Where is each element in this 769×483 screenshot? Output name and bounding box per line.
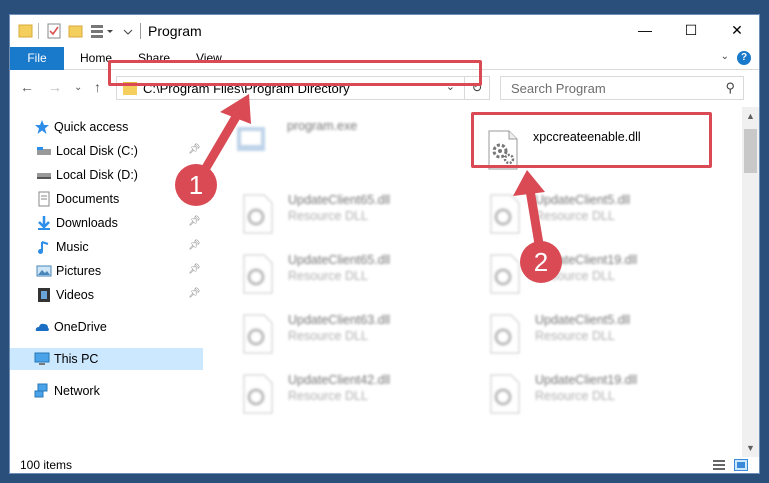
drive-icon — [37, 173, 51, 179]
onedrive-icon — [35, 323, 49, 331]
pin-icon[interactable]: 📌︎ — [188, 240, 201, 251]
maximize-button[interactable]: ☐ — [668, 15, 714, 45]
folder-icon — [18, 24, 33, 38]
item-count: 100 items — [20, 458, 73, 472]
status-bar: 100 items — [10, 457, 759, 473]
file-item[interactable]: UpdateClient65.dll Resource DLL — [240, 191, 480, 241]
sidebar-item-music[interactable]: Music 📌︎ — [10, 236, 203, 258]
pictures-icon — [36, 265, 52, 277]
dll-gear-icon — [490, 374, 520, 414]
dll-gear-icon — [243, 194, 273, 234]
pin-icon[interactable]: 📌︎ — [188, 144, 201, 155]
dll-file-highlight — [471, 112, 712, 168]
window-title: Program — [148, 23, 202, 39]
sidebar-item-pictures[interactable]: Pictures 📌︎ — [10, 260, 203, 282]
pin-icon[interactable]: 📌︎ — [188, 264, 201, 275]
pin-icon[interactable]: 📌︎ — [188, 288, 201, 299]
sidebar-item-label: Videos — [56, 288, 94, 302]
sidebar-item-label: Quick access — [54, 120, 129, 134]
navigation-pane: Quick access Local Disk (C:) 📌︎ Local Di… — [10, 107, 203, 457]
sidebar-item-label: Documents — [56, 192, 120, 206]
file-item[interactable]: program.exe — [233, 115, 473, 165]
drive-icon — [37, 147, 51, 155]
sidebar-item-label: Pictures — [56, 264, 102, 278]
sidebar-item-quick-access[interactable]: Quick access — [10, 116, 203, 138]
expand-ribbon-icon[interactable]: ⌄ — [721, 51, 729, 62]
sidebar-item-label: Downloads — [56, 216, 118, 230]
dll-gear-icon — [243, 314, 273, 354]
pin-icon[interactable]: 📌︎ — [188, 216, 201, 227]
file-item[interactable]: UpdateClient42.dll Resource DLL — [240, 371, 480, 421]
back-arrow-icon[interactable]: ← — [20, 79, 34, 95]
details-view-icon[interactable] — [712, 459, 726, 471]
file-item[interactable]: UpdateClient5.dll Resource DLL — [487, 191, 727, 241]
sidebar-item-downloads[interactable]: Downloads 📌︎ — [10, 212, 203, 234]
customize-toolbar-icon[interactable] — [90, 22, 116, 40]
sidebar-item-local-disk-d[interactable]: Local Disk (D:) — [10, 164, 203, 186]
close-button[interactable]: ✕ — [714, 15, 759, 45]
sidebar-item-label: This PC — [54, 352, 99, 366]
file-item[interactable]: UpdateClient19.dll Resource DLL — [487, 251, 727, 301]
large-icons-view-icon[interactable] — [734, 459, 748, 471]
sidebar-item-this-pc[interactable]: This PC — [10, 348, 203, 370]
search-input[interactable]: Search Program — [511, 81, 606, 96]
dll-gear-icon — [490, 254, 520, 294]
file-item[interactable]: UpdateClient5.dll Resource DLL — [487, 311, 727, 361]
network-icon — [34, 383, 48, 398]
vertical-scrollbar[interactable]: ▲ ▼ — [742, 107, 759, 457]
exe-icon — [237, 127, 265, 151]
file-item[interactable]: UpdateClient65.dll Resource DLL — [240, 251, 480, 301]
sidebar-item-network[interactable]: Network — [10, 380, 203, 402]
star-icon — [35, 120, 49, 134]
scroll-down-icon[interactable]: ▼ — [746, 443, 755, 453]
forward-arrow-icon[interactable]: → — [48, 79, 62, 95]
this-pc-icon — [34, 352, 50, 365]
sidebar-item-label: Music — [56, 240, 89, 254]
sidebar-item-local-disk-c[interactable]: Local Disk (C:) 📌︎ — [10, 140, 203, 162]
sidebar-item-label: Local Disk (D:) — [56, 168, 138, 182]
address-bar-highlight — [108, 60, 482, 86]
file-item[interactable]: UpdateClient63.dll Resource DLL — [240, 311, 480, 361]
recent-locations-icon[interactable]: ⌄ — [74, 82, 82, 93]
minimize-button[interactable]: — — [622, 15, 668, 45]
scroll-thumb[interactable] — [744, 129, 757, 173]
scroll-up-icon[interactable]: ▲ — [746, 111, 755, 121]
new-folder-icon[interactable] — [68, 22, 84, 40]
dll-gear-icon — [243, 374, 273, 414]
downloads-icon — [38, 216, 50, 230]
title-bar: Program — ☐ ✕ — [10, 15, 759, 47]
chevron-down-icon[interactable] — [122, 22, 134, 40]
dll-gear-icon — [490, 314, 520, 354]
videos-icon — [38, 288, 50, 302]
search-box[interactable]: Search Program ⚲ — [500, 76, 744, 100]
sidebar-item-onedrive[interactable]: OneDrive — [10, 316, 203, 338]
help-icon[interactable]: ? — [737, 51, 751, 65]
up-arrow-icon[interactable]: ↑ — [94, 79, 101, 95]
music-icon — [38, 241, 49, 254]
sidebar-item-label: OneDrive — [54, 320, 107, 334]
dll-gear-icon — [243, 254, 273, 294]
search-icon[interactable]: ⚲ — [725, 80, 735, 96]
pin-icon[interactable]: 📌︎ — [188, 192, 201, 203]
file-item[interactable]: UpdateClient19.dll Resource DLL — [487, 371, 727, 421]
properties-icon[interactable] — [46, 22, 62, 40]
dll-gear-icon — [490, 194, 520, 234]
documents-icon — [38, 191, 50, 207]
sidebar-item-documents[interactable]: Documents 📌︎ — [10, 188, 203, 210]
sidebar-item-label: Local Disk (C:) — [56, 144, 138, 158]
sidebar-item-videos[interactable]: Videos 📌︎ — [10, 284, 203, 306]
sidebar-item-label: Network — [54, 384, 100, 398]
